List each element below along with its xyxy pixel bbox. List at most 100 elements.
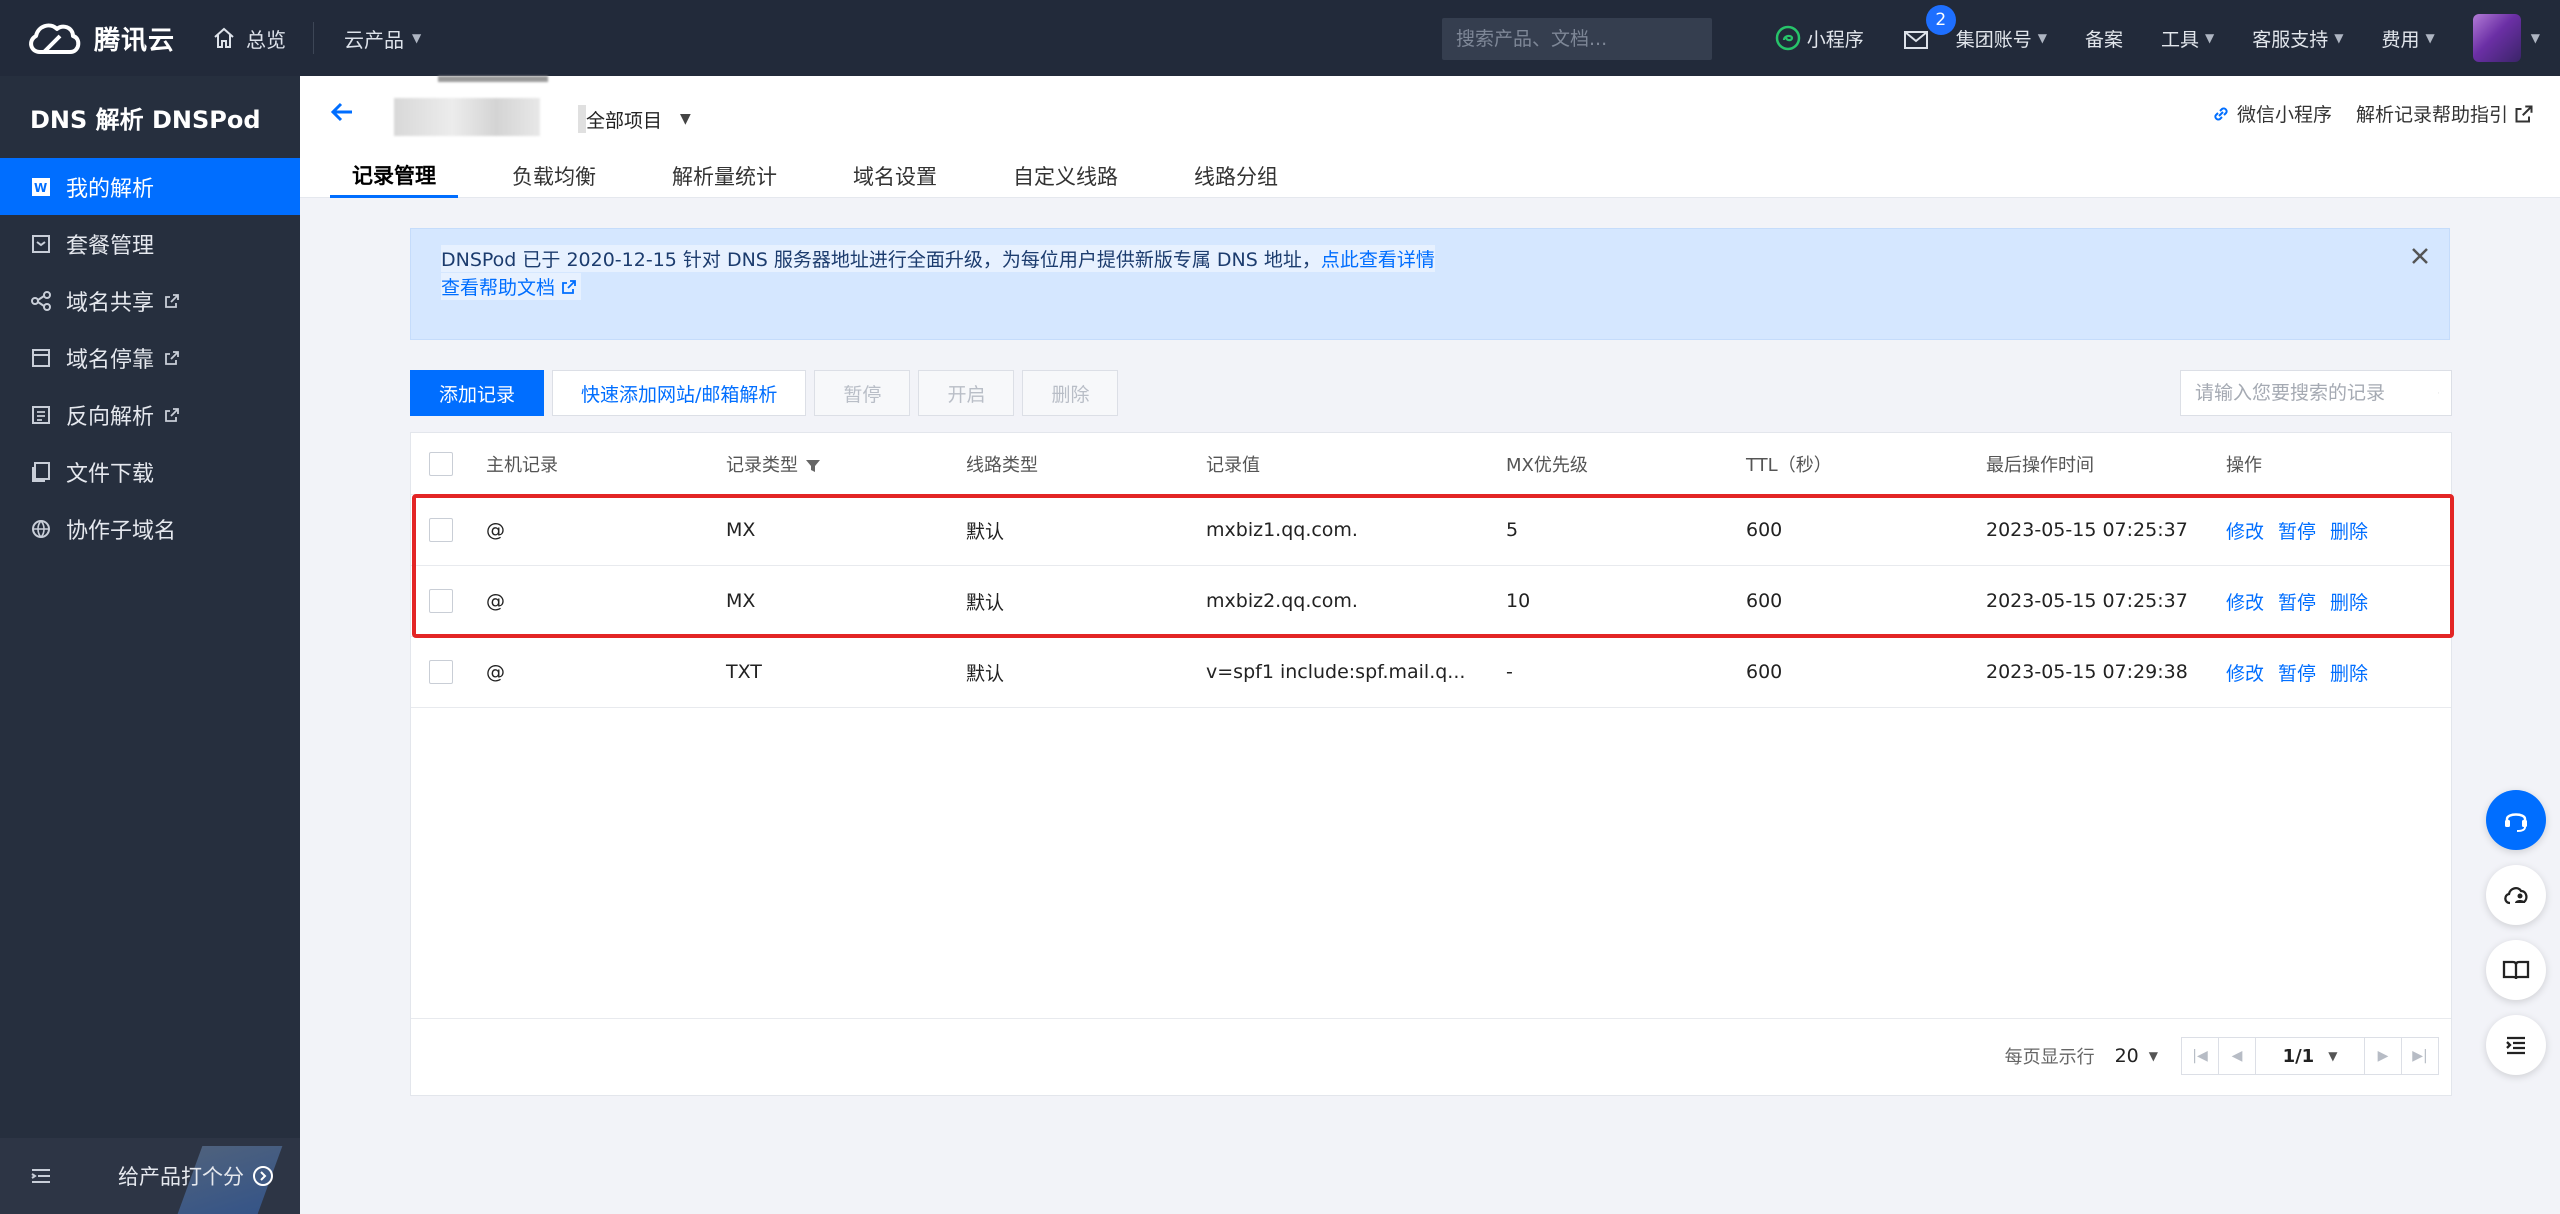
help-guide-link[interactable]: 解析记录帮助指引	[2356, 100, 2534, 127]
cell-line: 默认	[966, 520, 1005, 543]
cell-host: @	[486, 519, 505, 541]
rate-product-button[interactable]: 给产品打个分	[118, 1138, 274, 1214]
package-icon	[32, 234, 50, 253]
nav-support[interactable]: 客服支持 ▼	[2252, 25, 2343, 52]
search-icon[interactable]	[2438, 381, 2439, 405]
cell-type: MX	[726, 590, 756, 612]
cloud-logo-icon	[29, 23, 81, 54]
record-toolbar: 添加记录 快速添加网站/邮箱解析 暂停 开启 删除	[410, 370, 1119, 416]
nav-mini-program[interactable]: 小程序	[1775, 25, 1864, 52]
last-page-button[interactable]: ▶|	[2401, 1037, 2439, 1075]
pagination: 每页显示行 20 ▼ |◀ ◀ 1/1 ▼ ▶ ▶|	[2005, 1037, 2439, 1075]
delete-link[interactable]: 删除	[2330, 588, 2368, 615]
cell-ops: 修改 暂停 删除	[2226, 588, 2368, 615]
select-all-checkbox[interactable]	[429, 451, 453, 476]
sidebar-item-file-download[interactable]: 文件下载	[0, 443, 300, 500]
row-checkbox[interactable]	[429, 660, 453, 684]
external-link-icon	[562, 279, 576, 294]
tab-load-balancing[interactable]: 负载均衡	[490, 154, 618, 198]
menu-list-button[interactable]	[2486, 1015, 2546, 1075]
delete-link[interactable]: 删除	[2330, 659, 2368, 686]
pause-button[interactable]: 暂停	[814, 370, 911, 416]
notice-help-link[interactable]: 查看帮助文档	[441, 273, 582, 300]
prev-page-button[interactable]: ◀	[2218, 1037, 2256, 1075]
delete-button[interactable]: 删除	[1022, 370, 1119, 416]
cell-time: 2023-05-15 07:25:37	[1986, 590, 2188, 612]
docs-button[interactable]	[2486, 940, 2546, 1000]
back-arrow-icon[interactable]	[328, 98, 356, 126]
edit-link[interactable]: 修改	[2226, 588, 2264, 615]
page-select[interactable]: 1/1 ▼	[2255, 1037, 2365, 1075]
global-search-input[interactable]	[1456, 28, 1699, 50]
col-type-label: 记录类型	[726, 454, 798, 476]
record-search-input[interactable]	[2195, 382, 2438, 404]
nav-products[interactable]: 云产品 ▼	[344, 0, 421, 76]
cell-line: 默认	[966, 591, 1005, 614]
tab-domain-settings[interactable]: 域名设置	[831, 154, 959, 198]
message-count-badge: 2	[1925, 5, 1956, 35]
sidebar-item-collab-subdomain[interactable]: 协作子域名	[0, 500, 300, 557]
add-record-button[interactable]: 添加记录	[410, 370, 545, 416]
cloud-assistant-button[interactable]	[2486, 865, 2546, 925]
row-checkbox[interactable]	[429, 518, 453, 542]
cell-ttl: 600	[1746, 661, 1783, 683]
tab-line-groups[interactable]: 线路分组	[1172, 154, 1300, 198]
delete-link[interactable]: 删除	[2330, 517, 2368, 544]
project-select[interactable]: 全部项目 ▼	[578, 102, 691, 136]
tab-custom-lines[interactable]: 自定义线路	[991, 154, 1140, 198]
nav-group-account[interactable]: 集团账号 ▼	[1956, 25, 2047, 52]
pause-link[interactable]: 暂停	[2278, 588, 2316, 615]
sidebar-item-my-dns[interactable]: W 我的解析	[0, 158, 300, 215]
tab-query-stats[interactable]: 解析量统计	[650, 154, 799, 198]
brand-logo[interactable]: 腾讯云	[26, 18, 175, 58]
nav-overview[interactable]: 总览	[212, 0, 286, 76]
nav-tools[interactable]: 工具 ▼	[2161, 25, 2214, 52]
top-right-nav: 小程序 2 集团账号 ▼ 备案 工具 ▼ 客服支持 ▼ 费用 ▼ ▼	[1775, 0, 2560, 76]
chevron-down-icon: ▼	[2425, 31, 2435, 45]
sidebar-item-packages[interactable]: 套餐管理	[0, 215, 300, 272]
external-link-icon	[165, 293, 179, 308]
close-icon[interactable]	[2407, 243, 2433, 269]
pause-link[interactable]: 暂停	[2278, 659, 2316, 686]
wechat-mini-program-link[interactable]: 微信小程序	[2211, 100, 2332, 127]
sidebar-item-reverse-dns[interactable]: 反向解析	[0, 386, 300, 443]
col-type[interactable]: 记录类型	[726, 451, 822, 477]
page-current: 1/1	[2282, 1045, 2315, 1067]
avatar[interactable]	[2472, 14, 2521, 62]
nav-billing[interactable]: 费用 ▼	[2382, 25, 2435, 52]
edit-link[interactable]: 修改	[2226, 659, 2264, 686]
customer-service-button[interactable]	[2486, 790, 2546, 850]
next-page-button[interactable]: ▶	[2364, 1037, 2402, 1075]
sidebar-item-label: 域名停靠	[66, 347, 155, 373]
quick-add-button[interactable]: 快速添加网站/邮箱解析	[552, 370, 807, 416]
edit-link[interactable]: 修改	[2226, 517, 2264, 544]
nav-overview-label: 总览	[246, 27, 286, 52]
messages[interactable]: 2	[1902, 5, 1956, 53]
sidebar-item-domain-share[interactable]: 域名共享	[0, 272, 300, 329]
col-time: 最后操作时间	[1986, 454, 2094, 476]
mini-program-icon	[1775, 25, 1800, 51]
nav-filing[interactable]: 备案	[2085, 25, 2123, 52]
chevron-down-icon[interactable]: ▼	[2531, 31, 2540, 45]
link-icon	[2214, 107, 2228, 120]
enable-button[interactable]: 开启	[918, 370, 1015, 416]
pause-link[interactable]: 暂停	[2278, 517, 2316, 544]
notice-details-link[interactable]: 点此查看详情	[1320, 245, 1435, 272]
col-line: 线路类型	[966, 454, 1038, 476]
mail-icon	[1903, 31, 1928, 49]
record-search[interactable]	[2180, 370, 2452, 416]
cell-mx: -	[1506, 661, 1513, 683]
cell-ops: 修改 暂停 删除	[2226, 517, 2368, 544]
filter-icon[interactable]	[804, 457, 822, 475]
sidebar-item-domain-parking[interactable]: 域名停靠	[0, 329, 300, 386]
first-page-button[interactable]: |◀	[2181, 1037, 2219, 1075]
page-size-select[interactable]: 20 ▼	[2115, 1045, 2158, 1067]
records-table: 主机记录 记录类型 线路类型 记录值 MX优先级 TTL（秒） 最后操作时间 操…	[410, 432, 2452, 1096]
top-bar: 腾讯云 总览 云产品 ▼ 小程序 2 集团账号 ▼ 备案 工具 ▼	[0, 0, 2560, 76]
external-link-icon	[2515, 105, 2533, 122]
global-search[interactable]	[1442, 18, 1712, 60]
row-checkbox[interactable]	[429, 589, 453, 613]
billing-label: 费用	[2381, 28, 2420, 51]
tab-record-management[interactable]: 记录管理	[330, 154, 458, 198]
collapse-menu-icon[interactable]	[28, 1163, 54, 1189]
